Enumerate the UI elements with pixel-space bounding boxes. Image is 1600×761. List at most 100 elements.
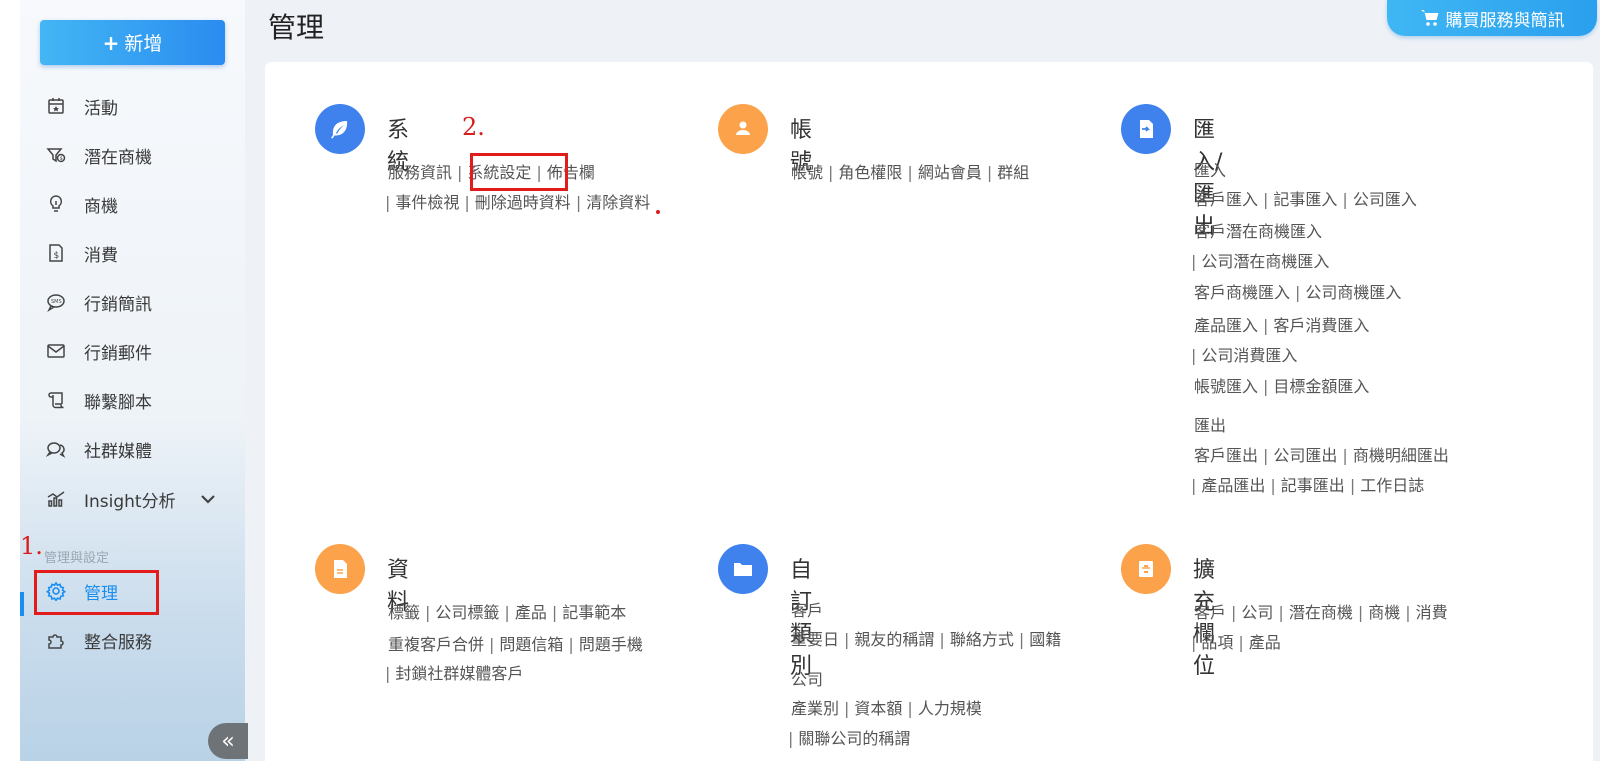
link-company-lead-import[interactable]: 公司潛在商機匯入 — [1201, 252, 1329, 271]
link-company-opp-import[interactable]: 公司商機匯入 — [1305, 283, 1401, 302]
import-label: 匯入 — [1194, 161, 1227, 180]
link-ext-consumption[interactable]: 消費 — [1416, 603, 1448, 622]
sidebar-item-label: Insight分析 — [84, 491, 176, 512]
buy-services-label: 購買服務與簡訊 — [1445, 10, 1565, 31]
link-row: 客戶商機匯入 | 公司商機匯入 — [1194, 283, 1402, 302]
link-row: 客戶匯入 | 記事匯入 | 公司匯入 — [1194, 190, 1417, 209]
sidebar: + 新增 活動 $ 潛在商機 商機 $ 消費 SMS 行銷簡訊 行銷郵件 聯繫腳… — [20, 0, 248, 761]
sidebar-item-social[interactable]: 社群媒體 — [20, 429, 245, 469]
link-row: 重複客戶合併 | 問題信箱 | 問題手機 — [388, 635, 643, 654]
plus-icon: + — [102, 30, 120, 55]
link-block-social-customers[interactable]: 封鎖社群媒體客戶 — [395, 664, 523, 683]
receipt-dollar-icon: $ — [46, 243, 66, 263]
link-ext-products[interactable]: 產品 — [1249, 633, 1281, 652]
user-icon — [718, 104, 768, 154]
sidebar-item-opportunity[interactable]: 商機 — [20, 184, 245, 224]
sidebar-item-activity[interactable]: 活動 — [20, 86, 245, 126]
sidebar-item-sms[interactable]: SMS 行銷簡訊 — [20, 282, 245, 322]
link-groups[interactable]: 群組 — [997, 163, 1029, 182]
link-opp-detail-export[interactable]: 商機明細匯出 — [1353, 446, 1449, 465]
link-row: 帳號 | 角色權限 | 網站會員 | 群組 — [791, 163, 1030, 182]
svg-text:$: $ — [54, 251, 60, 261]
link-customer-lead-import[interactable]: 客戶潛在商機匯入 — [1194, 222, 1322, 241]
sidebar-item-label: 整合服務 — [84, 632, 152, 653]
link-industry[interactable]: 產業別 — [791, 699, 839, 718]
link-customer-import[interactable]: 客戶匯入 — [1194, 190, 1258, 209]
new-button-label: 新增 — [124, 33, 163, 55]
svg-text:$: $ — [60, 156, 63, 162]
link-work-log[interactable]: 工作日誌 — [1360, 476, 1424, 495]
link-ext-customer[interactable]: 客戶 — [1194, 603, 1226, 622]
link-row: 產業別 | 資本額 | 人力規模 — [791, 699, 982, 718]
link-note-export[interactable]: 記事匯出 — [1281, 476, 1345, 495]
annotation-box-system-settings — [470, 153, 568, 191]
link-relative-titles[interactable]: 親友的稱謂 — [854, 630, 934, 649]
sidebar-item-integration[interactable]: 整合服務 — [20, 620, 245, 660]
sidebar-item-label: 行銷簡訊 — [84, 294, 152, 315]
link-company-export[interactable]: 公司匯出 — [1273, 446, 1337, 465]
link-affiliate-titles[interactable]: 關聯公司的稱謂 — [798, 729, 910, 748]
annotation-step-2: 2. — [462, 113, 485, 141]
sidebar-item-insight[interactable]: Insight分析 — [20, 479, 245, 519]
section-label-admin: 管理與設定 — [44, 551, 110, 566]
sms-bubble-icon: SMS — [46, 292, 66, 312]
link-account-import[interactable]: 帳號匯入 — [1194, 377, 1258, 396]
buy-services-button[interactable]: 購買服務與簡訊 — [1387, 0, 1597, 36]
chat-bubbles-icon — [46, 439, 66, 459]
sidebar-item-consumption[interactable]: $ 消費 — [20, 233, 245, 273]
link-ext-company[interactable]: 公司 — [1241, 603, 1273, 622]
left-edge — [0, 0, 20, 761]
link-tags[interactable]: 標籤 — [388, 603, 420, 622]
link-target-amount-import[interactable]: 目標金額匯入 — [1273, 377, 1369, 396]
link-row: 標籤 | 公司標籤 | 產品 | 記事範本 — [388, 603, 627, 622]
sidebar-item-script[interactable]: 聯繫腳本 — [20, 380, 245, 420]
new-button[interactable]: + 新增 — [40, 20, 225, 65]
link-contact-methods[interactable]: 聯絡方式 — [950, 630, 1014, 649]
chevron-down-icon[interactable] — [198, 489, 218, 509]
link-capital[interactable]: 資本額 — [854, 699, 902, 718]
link-workforce-size[interactable]: 人力規模 — [918, 699, 982, 718]
link-problem-phone[interactable]: 問題手機 — [579, 635, 643, 654]
svg-text:SMS: SMS — [51, 299, 62, 305]
link-product-export[interactable]: 產品匯出 — [1201, 476, 1265, 495]
sidebar-item-label: 消費 — [84, 245, 118, 266]
link-ext-leads[interactable]: 潛在商機 — [1289, 603, 1353, 622]
sidebar-item-email[interactable]: 行銷郵件 — [20, 331, 245, 371]
management-card: 系統 服務資訊 | 系統設定 | 佈告欄 | 事件檢視 | 刪除過時資料 | 清除資料 帳號 帳號… — [265, 62, 1593, 761]
link-delete-outdated[interactable]: 刪除過時資料 — [475, 193, 571, 212]
scroll-icon — [46, 390, 66, 410]
link-customer-consumption-import[interactable]: 客戶消費匯入 — [1273, 316, 1369, 335]
link-row: | 品項 | 產品 — [1191, 633, 1281, 652]
sidebar-item-label: 行銷郵件 — [84, 343, 152, 364]
envelope-icon — [46, 341, 66, 361]
link-role-permissions[interactable]: 角色權限 — [838, 163, 902, 182]
link-customer-opp-import[interactable]: 客戶商機匯入 — [1194, 283, 1290, 302]
link-ext-items[interactable]: 品項 — [1201, 633, 1233, 652]
link-problem-email[interactable]: 問題信箱 — [499, 635, 563, 654]
link-service-info[interactable]: 服務資訊 — [388, 163, 452, 182]
link-company-consumption-import[interactable]: 公司消費匯入 — [1201, 346, 1297, 365]
link-company-import[interactable]: 公司匯入 — [1353, 190, 1417, 209]
link-merge-duplicates[interactable]: 重複客戶合併 — [388, 635, 484, 654]
archive-icon — [1121, 544, 1171, 594]
link-site-members[interactable]: 網站會員 — [918, 163, 982, 182]
link-note-templates[interactable]: 記事範本 — [562, 603, 626, 622]
link-event-view[interactable]: 事件檢視 — [395, 193, 459, 212]
link-ext-opportunity[interactable]: 商機 — [1368, 603, 1400, 622]
link-important-days[interactable]: 重要日 — [791, 630, 839, 649]
link-note-import[interactable]: 記事匯入 — [1273, 190, 1337, 209]
link-company-tags[interactable]: 公司標籤 — [435, 603, 499, 622]
link-nationality[interactable]: 國籍 — [1029, 630, 1061, 649]
link-products[interactable]: 產品 — [515, 603, 547, 622]
sidebar-item-leads[interactable]: $ 潛在商機 — [20, 135, 245, 175]
link-product-import[interactable]: 產品匯入 — [1194, 316, 1258, 335]
file-import-icon — [1121, 104, 1171, 154]
link-row: 帳號匯入 | 目標金額匯入 — [1194, 377, 1370, 396]
sidebar-item-label: 社群媒體 — [84, 441, 152, 462]
link-accounts[interactable]: 帳號 — [791, 163, 823, 182]
lightbulb-icon — [46, 194, 66, 214]
link-customer-export[interactable]: 客戶匯出 — [1194, 446, 1258, 465]
collapse-sidebar-button[interactable]: « — [208, 723, 248, 759]
sidebar-item-label: 活動 — [84, 98, 118, 119]
link-clear-data[interactable]: 清除資料 — [586, 193, 650, 212]
